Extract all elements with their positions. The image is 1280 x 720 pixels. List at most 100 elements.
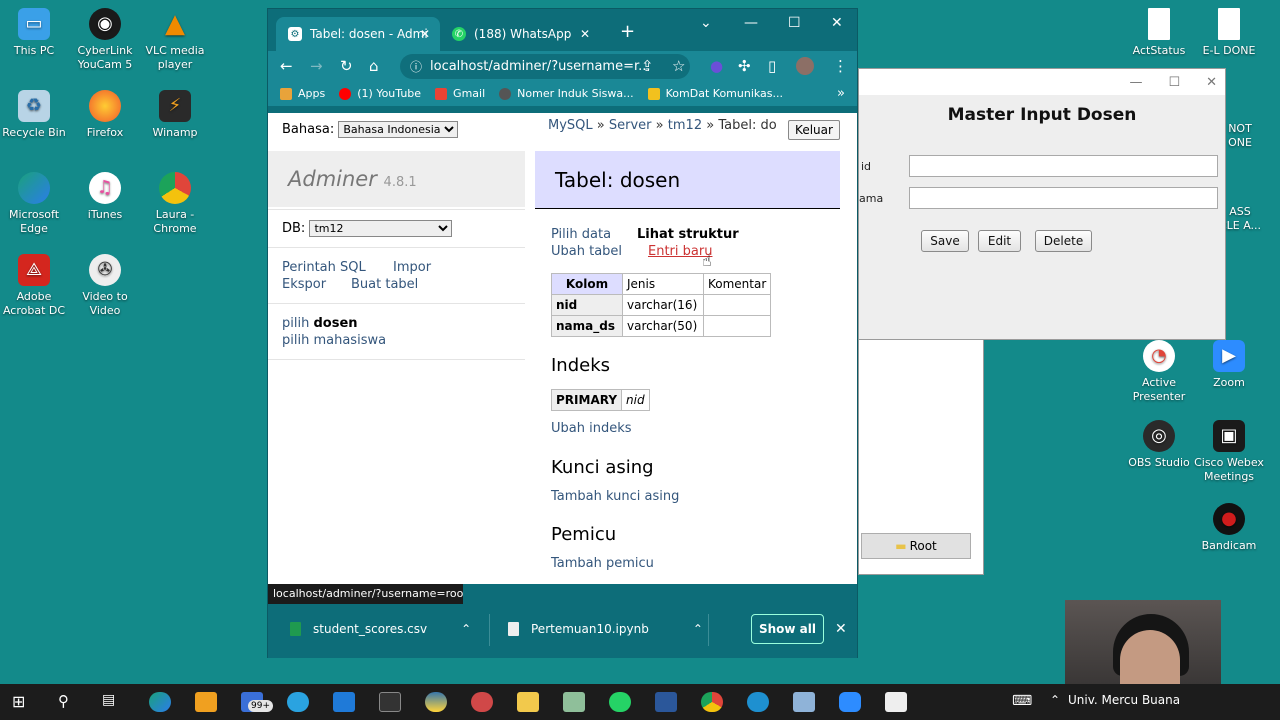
bookmark-youtube[interactable]: (1) YouTube xyxy=(339,87,421,100)
star-bookmark-icon[interactable]: ☆ xyxy=(672,57,685,75)
telegram-icon[interactable] xyxy=(287,692,309,712)
tab-search-button[interactable]: ⌄ xyxy=(700,15,712,31)
db-select[interactable]: tm12 xyxy=(309,220,453,237)
close-tab-icon[interactable]: ✕ xyxy=(580,27,590,41)
desktop-icon-winamp[interactable]: ⚡ Winamp xyxy=(137,90,213,140)
share-icon[interactable]: ⇪ xyxy=(641,57,654,75)
python-icon[interactable] xyxy=(425,692,447,712)
desktop-icon-active-presenter[interactable]: ◔ Active Presenter xyxy=(1121,340,1197,404)
desktop-icon-youcam[interactable]: ◉ CyberLink YouCam 5 xyxy=(67,8,143,72)
app-icon[interactable] xyxy=(747,692,769,712)
desktop-icon-obs[interactable]: ◎ OBS Studio xyxy=(1121,420,1197,470)
maximize-button[interactable]: ☐ xyxy=(788,15,801,31)
chevron-up-icon[interactable]: ⌃ xyxy=(1050,693,1060,707)
edit-button[interactable]: Edit xyxy=(978,230,1021,252)
adminer-logo-link[interactable]: Adminer xyxy=(288,167,377,191)
desktop-icon-chrome[interactable]: Laura - Chrome xyxy=(137,172,213,236)
close-tab-icon[interactable]: ✕ xyxy=(420,27,430,41)
create-table-link[interactable]: Buat tabel xyxy=(351,277,418,292)
logout-button[interactable]: Keluar xyxy=(788,120,840,140)
extension-badge-icon[interactable]: ● xyxy=(710,57,723,75)
table-name-link[interactable]: mahasiswa xyxy=(313,333,386,348)
vscode-icon[interactable] xyxy=(333,692,355,712)
select-data-link[interactable]: Pilih data xyxy=(551,227,611,242)
select-table-link[interactable]: pilih xyxy=(282,333,309,348)
reload-icon[interactable]: ↻ xyxy=(340,57,353,75)
menu-kebab-icon[interactable]: ⋮ xyxy=(833,57,848,75)
nama-field[interactable] xyxy=(909,187,1218,209)
bookmark-apps[interactable]: Apps xyxy=(280,87,325,100)
minimize-button[interactable]: — xyxy=(744,15,758,31)
chevron-up-icon[interactable]: ⌃ xyxy=(461,622,471,636)
forward-arrow-icon[interactable]: → xyxy=(310,57,323,75)
zoom-icon[interactable] xyxy=(839,692,861,712)
file-explorer-icon[interactable] xyxy=(517,692,539,712)
bookmark-gmail[interactable]: Gmail xyxy=(435,87,485,100)
desktop-icon-recycle-bin[interactable]: ♻ Recycle Bin xyxy=(0,90,72,140)
minimize-button[interactable]: — xyxy=(1129,75,1142,90)
breadcrumb-mysql[interactable]: MySQL xyxy=(548,118,593,133)
desktop-icon-video-to-video[interactable]: ✇ Video to Video xyxy=(67,254,143,318)
search-icon[interactable]: ⚲ xyxy=(58,692,80,712)
show-structure-link[interactable]: Lihat struktur xyxy=(637,227,739,242)
desktop-icon-webex[interactable]: ▣ Cisco Webex Meetings xyxy=(1191,420,1267,484)
desktop-icon-zoom[interactable]: ▶ Zoom xyxy=(1191,340,1267,390)
close-button[interactable]: ✕ xyxy=(1206,75,1217,90)
delete-button[interactable]: Delete xyxy=(1035,230,1092,252)
desktop-icon-el-done[interactable]: E-L DONE xyxy=(1191,8,1267,58)
chevron-up-icon[interactable]: ⌃ xyxy=(693,622,703,636)
desktop-icon-acrobat[interactable]: ⟁ Adobe Acrobat DC xyxy=(0,254,72,318)
import-link[interactable]: Impor xyxy=(393,260,431,275)
word-icon[interactable] xyxy=(655,692,677,712)
select-table-link[interactable]: pilih xyxy=(282,316,309,331)
table-name-link[interactable]: dosen xyxy=(313,316,357,331)
nid-field[interactable] xyxy=(909,155,1218,177)
breadcrumb-db[interactable]: tm12 xyxy=(668,118,702,133)
store-icon[interactable] xyxy=(195,692,217,712)
desktop-icon-edge[interactable]: Microsoft Edge xyxy=(0,172,72,236)
breadcrumb-server[interactable]: Server xyxy=(609,118,652,133)
show-all-downloads-button[interactable]: Show all xyxy=(751,614,824,644)
download-item[interactable]: Pertemuan10.ipynb ⌃ xyxy=(508,622,703,636)
java-icon[interactable] xyxy=(885,692,907,712)
terminal-icon[interactable] xyxy=(379,692,401,712)
root-button[interactable]: ▬ Root xyxy=(861,533,971,559)
sidebar-icon[interactable]: ▯ xyxy=(768,57,776,75)
sql-command-link[interactable]: Perintah SQL xyxy=(282,260,366,275)
maximize-button[interactable]: ☐ xyxy=(1168,75,1180,90)
add-trigger-link[interactable]: Tambah pemicu xyxy=(551,556,654,571)
alter-indexes-link[interactable]: Ubah indeks xyxy=(551,421,632,436)
edge-icon[interactable] xyxy=(149,692,171,712)
tab-adminer[interactable]: ⚙ Tabel: dosen - Admi ✕ xyxy=(276,17,440,51)
profile-avatar[interactable] xyxy=(796,57,814,75)
desktop-icon-vlc[interactable]: ▲ VLC media player xyxy=(137,8,213,72)
close-window-button[interactable]: ✕ xyxy=(831,15,843,31)
language-select[interactable]: Bahasa Indonesia xyxy=(338,121,459,138)
more-bookmarks-icon[interactable]: » xyxy=(837,86,845,101)
desktop-icon-actstatus[interactable]: ActStatus xyxy=(1121,8,1197,58)
bookmark-nomer-induk[interactable]: Nomer Induk Siswa... xyxy=(499,87,634,100)
app-icon[interactable] xyxy=(471,692,493,712)
desktop-icon-this-pc[interactable]: ▭ This PC xyxy=(0,8,72,58)
export-link[interactable]: Ekspor xyxy=(282,277,326,292)
desktop-icon-itunes[interactable]: ♫ iTunes xyxy=(67,172,143,222)
notepad-icon[interactable] xyxy=(563,692,585,712)
back-arrow-icon[interactable]: ← xyxy=(280,57,293,75)
whatsapp-icon[interactable] xyxy=(609,692,631,712)
task-view-icon[interactable]: ▤ xyxy=(102,692,124,712)
desktop-icon-firefox[interactable]: Firefox xyxy=(67,90,143,140)
home-icon[interactable]: ⌂ xyxy=(369,57,379,75)
keyboard-icon[interactable]: ⌨ xyxy=(1012,693,1032,709)
app-icon[interactable] xyxy=(793,692,815,712)
save-button[interactable]: Save xyxy=(921,230,969,252)
puzzle-extensions-icon[interactable]: ✣ xyxy=(738,57,751,75)
download-item[interactable]: student_scores.csv ⌃ xyxy=(290,622,471,636)
alter-table-link[interactable]: Ubah tabel xyxy=(551,244,622,259)
new-tab-button[interactable]: + xyxy=(620,21,635,42)
chrome-icon[interactable] xyxy=(701,692,723,712)
desktop-icon-bandicam[interactable]: ● Bandicam xyxy=(1191,503,1267,553)
tab-whatsapp[interactable]: ✆ (188) WhatsApp ✕ xyxy=(440,17,600,51)
add-foreign-key-link[interactable]: Tambah kunci asing xyxy=(551,489,679,504)
bookmark-komdat[interactable]: KomDat Komunikas... xyxy=(647,87,783,100)
close-downloads-icon[interactable]: ✕ xyxy=(835,621,847,637)
